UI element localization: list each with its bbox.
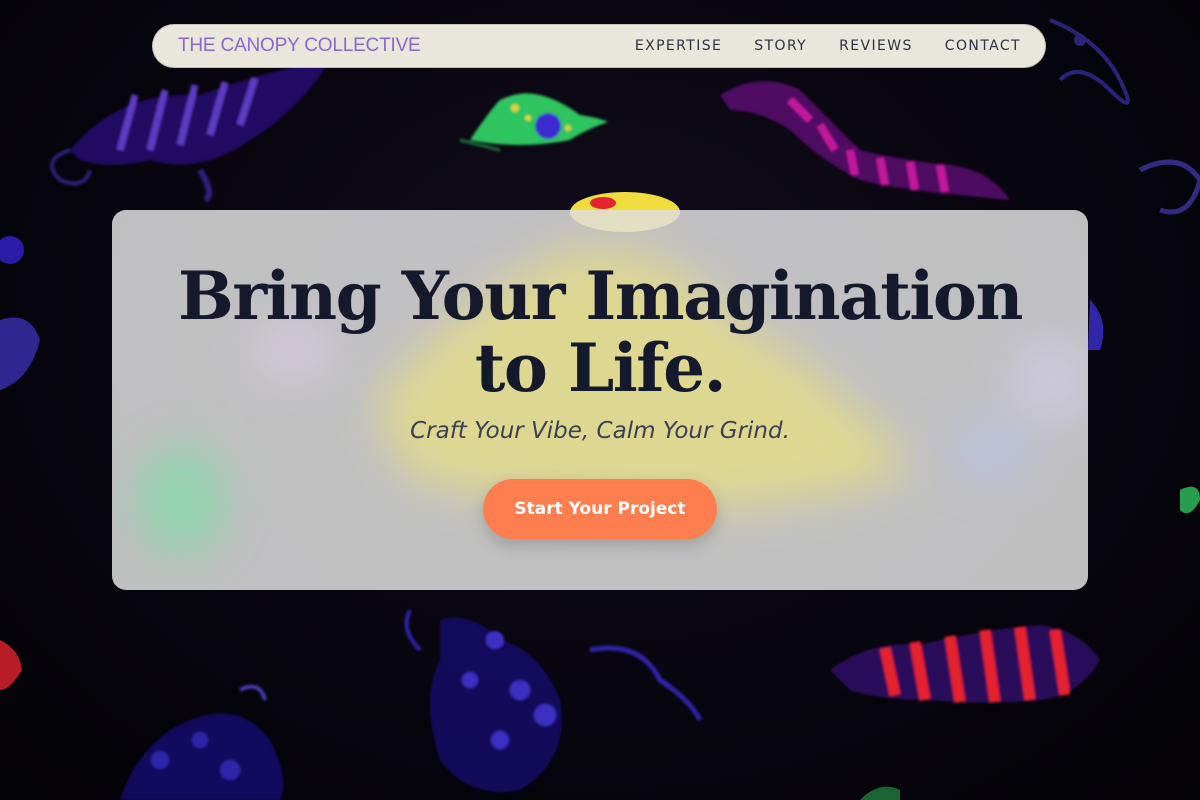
right-edge-creatures <box>1088 300 1200 514</box>
nav-link-contact[interactable]: CONTACT <box>945 38 1021 54</box>
striped-creature-top-left <box>50 60 330 203</box>
blue-creature-bottom <box>404 609 703 792</box>
green-plant-bottom-right <box>860 786 900 800</box>
nav-link-story[interactable]: STORY <box>754 38 807 54</box>
pink-striped-creature-top-right <box>720 81 1010 200</box>
start-project-button[interactable]: Start Your Project <box>483 479 717 539</box>
left-edge-creatures <box>0 236 40 690</box>
hero-section: THE CANOPY COLLECTIVE EXPERTISE STORY RE… <box>0 0 1200 800</box>
top-navbar: THE CANOPY COLLECTIVE EXPERTISE STORY RE… <box>152 24 1046 68</box>
hero-card: Bring Your Imagination to Life. Craft Yo… <box>112 210 1088 590</box>
blue-swirl-creature-right <box>1049 18 1200 215</box>
nav-link-reviews[interactable]: REVIEWS <box>839 38 913 54</box>
brand-logo-link[interactable]: THE CANOPY COLLECTIVE <box>178 35 421 57</box>
red-striped-creature-bottom-right <box>830 625 1100 703</box>
hero-subtitle: Craft Your Vibe, Calm Your Grind. <box>410 418 790 444</box>
hero-title: Bring Your Imagination to Life. <box>178 257 1023 407</box>
nav-link-expertise[interactable]: EXPERTISE <box>635 38 722 54</box>
blue-creature-bottom-left <box>120 684 284 800</box>
green-creature-top <box>459 93 608 152</box>
nav-links: EXPERTISE STORY REVIEWS CONTACT <box>603 38 1021 54</box>
